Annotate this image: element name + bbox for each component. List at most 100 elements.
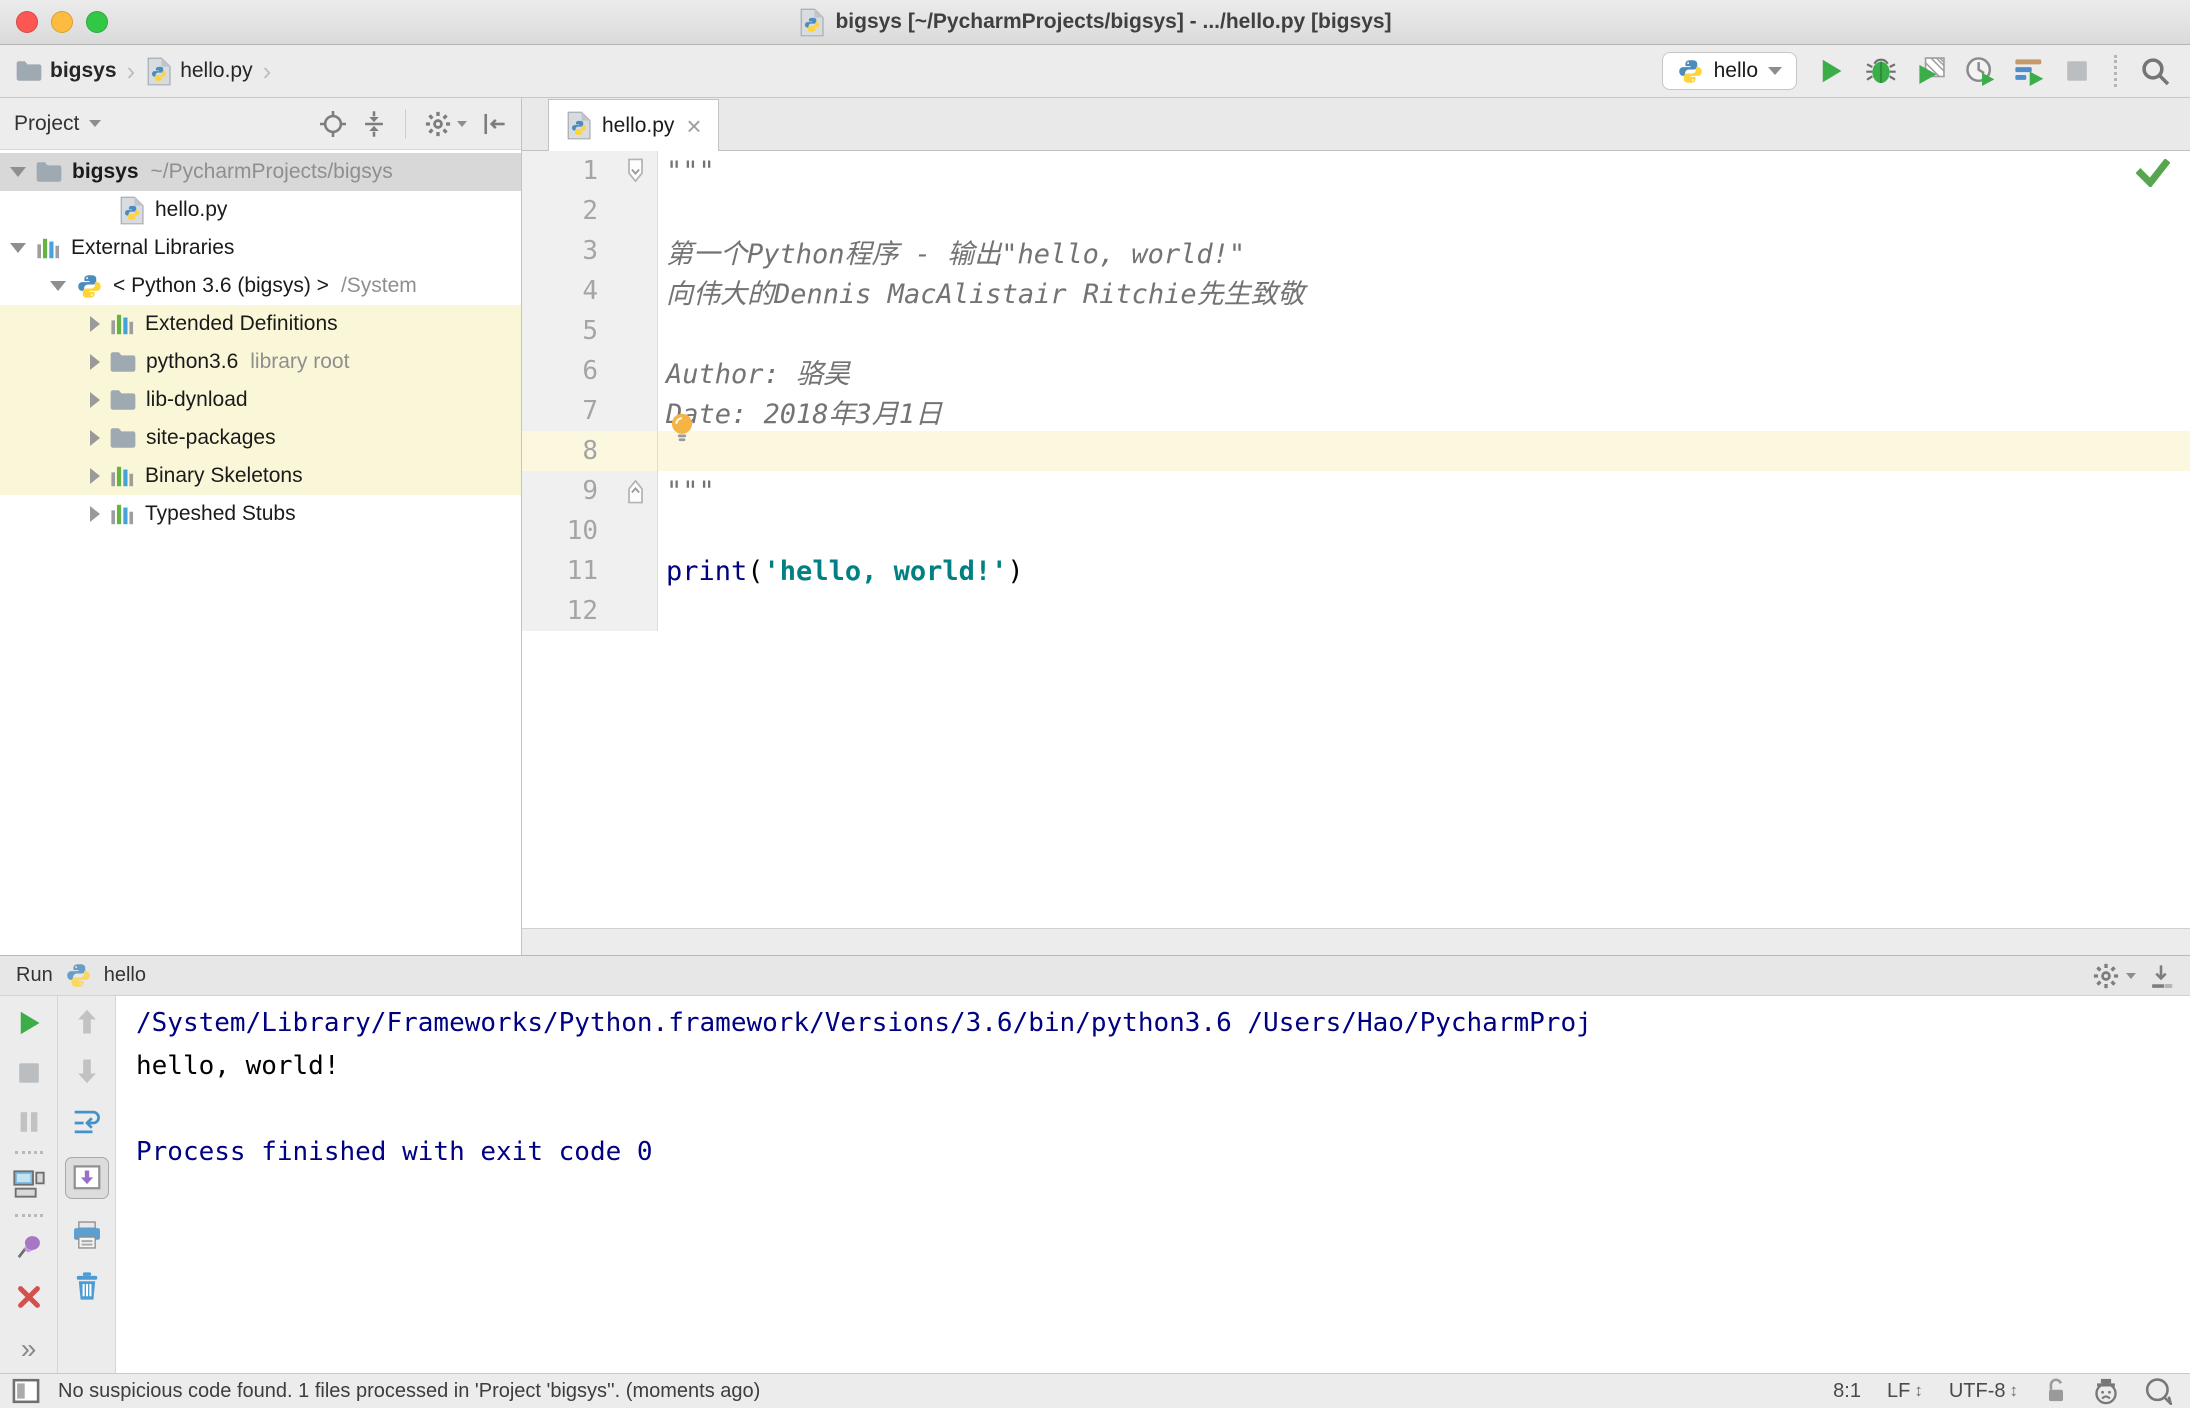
editor-tab-hello-py[interactable]: hello.py × [548, 99, 719, 151]
collapse-all-icon[interactable] [361, 110, 387, 138]
chevron-right-icon[interactable] [90, 392, 100, 408]
run-panel-settings-button[interactable] [2092, 962, 2136, 990]
close-button-icon[interactable] [15, 1283, 43, 1311]
code-text[interactable] [658, 591, 2190, 631]
code-text[interactable]: Author: 骆昊 [658, 351, 2190, 391]
run-button-icon[interactable] [1816, 56, 1846, 86]
chevron-down-icon[interactable] [50, 281, 66, 291]
gutter-line-number[interactable]: 11 [522, 551, 614, 591]
gutter-line-number[interactable]: 5 [522, 311, 614, 351]
intention-bulb-icon[interactable] [668, 411, 696, 445]
gutter-line-number[interactable]: 1 [522, 151, 614, 191]
breadcrumb-bigsys[interactable]: bigsys [16, 59, 117, 83]
fold-close-icon[interactable] [614, 471, 658, 511]
tool-window-switcher-icon[interactable] [12, 1378, 40, 1404]
chevron-right-icon[interactable] [90, 316, 100, 332]
toolbar-separator [14, 1151, 43, 1154]
minimize-window-button[interactable] [51, 11, 73, 33]
tree-item-binary-skeletons[interactable]: Binary Skeletons [0, 457, 521, 495]
pause-button-icon[interactable] [15, 1108, 43, 1136]
gutter-line-number[interactable]: 4 [522, 271, 614, 311]
show-more-icon[interactable]: » [21, 1333, 37, 1365]
run-configuration-select[interactable]: hello [1661, 52, 1797, 90]
close-window-button[interactable] [16, 11, 38, 33]
stop-button-icon[interactable] [15, 1059, 43, 1087]
run-toolbar: hello [1661, 52, 2170, 90]
window-title-text: bigsys [~/PycharmProjects/bigsys] - .../… [835, 10, 1392, 33]
gutter-line-number[interactable]: 2 [522, 191, 614, 231]
chevron-down-icon[interactable] [89, 120, 102, 127]
encoding-widget[interactable]: UTF-8 ↕ [1949, 1380, 2018, 1403]
tree-item-hello-py[interactable]: hello.py [0, 191, 521, 229]
chevron-right-icon[interactable] [90, 468, 100, 484]
close-tab-icon[interactable]: × [686, 113, 701, 139]
code-text[interactable] [658, 191, 2190, 231]
gear-icon [2092, 962, 2120, 990]
locate-icon[interactable] [319, 110, 347, 138]
tree-item-lib-dynload[interactable]: lib-dynload [0, 381, 521, 419]
coverage-button-icon[interactable] [1916, 56, 1946, 86]
restore-layout-button-icon[interactable] [12, 1169, 45, 1199]
next-occurrence-icon[interactable] [74, 1057, 100, 1085]
tree-item-extended-definitions[interactable]: Extended Definitions [0, 305, 521, 343]
code-line-9: 9 """ [522, 471, 2190, 511]
code-text[interactable]: """ [658, 471, 2190, 511]
inspections-profile-icon[interactable] [2092, 1377, 2120, 1405]
breadcrumb-hello-py[interactable]: hello.py [145, 57, 253, 86]
tree-item-python-3-6-bigsys[interactable]: < Python 3.6 (bigsys) > /System [0, 267, 521, 305]
tree-item-python3-6[interactable]: python3.6 library root [0, 343, 521, 381]
profiler-button-icon[interactable] [1965, 56, 1995, 86]
chevron-down-icon[interactable] [10, 243, 26, 253]
chevron-right-icon[interactable] [90, 354, 100, 370]
search-button-icon[interactable] [2140, 56, 2170, 86]
code-line-2: 2 [522, 191, 2190, 231]
fold-gutter [614, 311, 658, 351]
stop-button-icon[interactable] [2063, 57, 2091, 85]
caret-position-widget[interactable]: 8:1 [1833, 1380, 1861, 1403]
event-log-icon[interactable] [2144, 1377, 2172, 1405]
unlock-icon[interactable] [2044, 1377, 2068, 1405]
run-panel-config-label[interactable]: hello [104, 964, 146, 987]
chevron-right-icon[interactable] [90, 506, 100, 522]
code-token: 第一个Python程序 - 输出"hello, world!" [666, 238, 1246, 270]
code-text[interactable] [658, 311, 2190, 351]
prev-occurrence-icon[interactable] [74, 1008, 100, 1036]
tree-item-site-packages[interactable]: site-packages [0, 419, 521, 457]
gutter-line-number[interactable]: 10 [522, 511, 614, 551]
chevron-right-icon[interactable] [90, 430, 100, 446]
code-text[interactable]: print('hello, world!') [658, 551, 2190, 591]
rerun-button-icon[interactable] [14, 1008, 44, 1038]
gutter-line-number[interactable]: 7 [522, 391, 614, 431]
pin-tab-button-icon[interactable] [14, 1232, 44, 1262]
scroll-to-end-button[interactable] [64, 1157, 109, 1199]
soft-wrap-icon[interactable] [72, 1106, 102, 1136]
print-icon[interactable] [72, 1220, 102, 1250]
code-text[interactable]: 第一个Python程序 - 输出"hello, world!" [658, 231, 2190, 271]
concurrency-button-icon[interactable] [2014, 56, 2044, 86]
debug-button-icon[interactable] [1865, 56, 1897, 86]
tree-item-bigsys[interactable]: bigsys ~/PycharmProjects/bigsys [0, 153, 521, 191]
line-separator-widget[interactable]: LF ↕ [1887, 1380, 1923, 1403]
code-text[interactable] [658, 431, 2190, 471]
gutter-line-number[interactable]: 9 [522, 471, 614, 511]
gutter-line-number[interactable]: 12 [522, 591, 614, 631]
gutter-line-number[interactable]: 8 [522, 431, 614, 471]
editor-scrollbar-track[interactable] [522, 928, 2190, 955]
hide-panel-icon[interactable] [2148, 963, 2174, 989]
code-text[interactable]: 向伟大的Dennis MacAlistair Ritchie先生致敬 [658, 271, 2190, 311]
chevron-down-icon[interactable] [10, 167, 26, 177]
project-view-title[interactable]: Project [14, 112, 79, 136]
code-text[interactable]: Date: 2018年3月1日 [658, 391, 2190, 431]
clear-all-icon[interactable] [73, 1271, 101, 1301]
fold-open-icon[interactable] [614, 151, 658, 191]
code-editor[interactable]: 1 """ 2 3 第一个Python程序 - 输出"hello, world!" 4 向伟… [522, 151, 2190, 928]
zoom-window-button[interactable] [86, 11, 108, 33]
code-text[interactable]: """ [658, 151, 2190, 191]
gutter-line-number[interactable]: 3 [522, 231, 614, 271]
hide-panel-icon[interactable] [481, 111, 507, 137]
project-settings-button[interactable] [424, 110, 467, 138]
code-text[interactable] [658, 511, 2190, 551]
tree-item-external-libraries[interactable]: External Libraries [0, 229, 521, 267]
gutter-line-number[interactable]: 6 [522, 351, 614, 391]
tree-item-typeshed-stubs[interactable]: Typeshed Stubs [0, 495, 521, 533]
